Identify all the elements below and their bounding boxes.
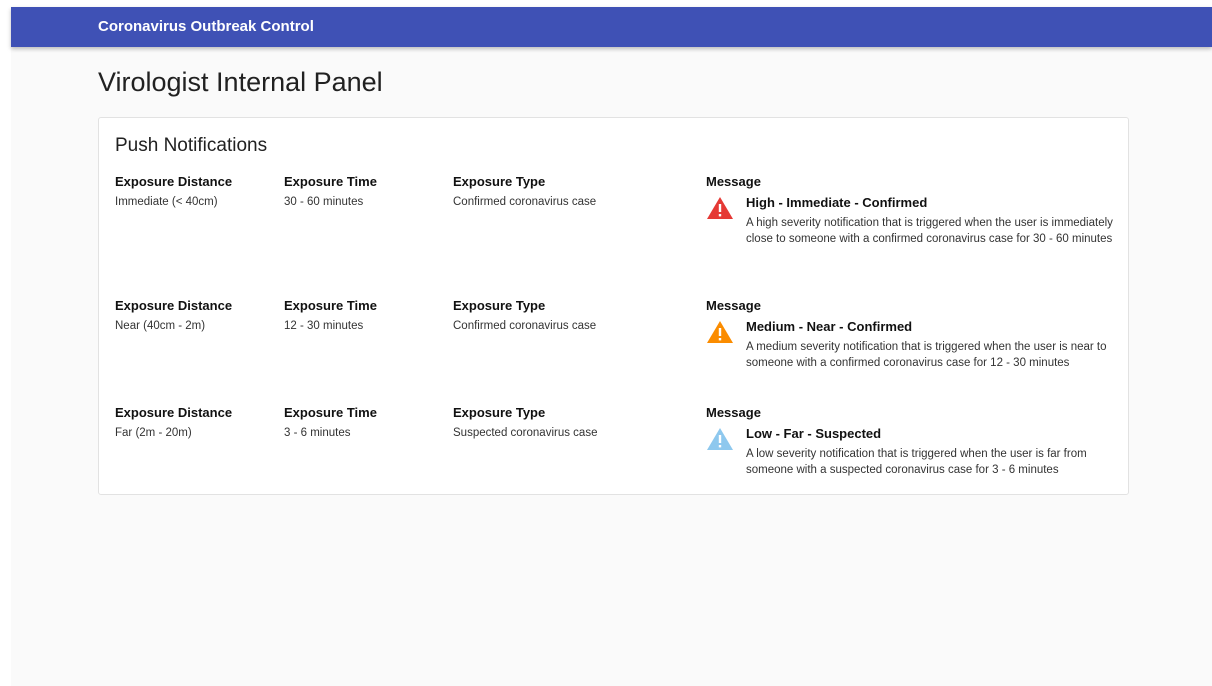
- exposure-type-label: Exposure Type: [453, 405, 546, 420]
- message-text: A low severity notification that is trig…: [746, 448, 1087, 476]
- warning-triangle-icon: [707, 197, 733, 219]
- exposure-distance-label: Exposure Distance: [115, 298, 233, 313]
- exposure-type-cell: Exposure Type Confirmed coronavirus case: [453, 174, 596, 208]
- message-text: A medium severity notification that is t…: [746, 341, 1107, 369]
- warning-triangle-icon: [707, 321, 733, 343]
- exposure-time-label: Exposure Time: [284, 405, 377, 420]
- exposure-time-value: 30 - 60 minutes: [284, 196, 364, 208]
- app-frame: Coronavirus Outbreak Control Virologist …: [11, 7, 1212, 686]
- exposure-type-value: Confirmed coronavirus case: [453, 320, 597, 332]
- message-body: High - Immediate - Confirmed A high seve…: [746, 195, 1116, 247]
- exposure-distance-cell: Exposure Distance Near (40cm - 2m): [115, 298, 232, 332]
- exposure-time-cell: Exposure Time 12 - 30 minutes: [284, 298, 377, 332]
- message-cell: Message High - Immediate - Confirmed A h…: [706, 174, 1116, 247]
- message-label: Message: [706, 405, 761, 420]
- card-title: Push Notifications: [115, 135, 268, 156]
- message-cell: Message Medium - Near - Confirmed A medi…: [706, 298, 1116, 371]
- message-title: High - Immediate - Confirmed: [746, 195, 928, 210]
- message-block: High - Immediate - Confirmed A high seve…: [706, 195, 1116, 247]
- message-label: Message: [706, 174, 761, 189]
- message-block: Low - Far - Suspected A low severity not…: [706, 426, 1116, 478]
- exposure-distance-label: Exposure Distance: [115, 405, 233, 420]
- exposure-type-label: Exposure Type: [453, 298, 546, 313]
- exposure-distance-cell: Exposure Distance Far (2m - 20m): [115, 405, 232, 439]
- exposure-type-value: Suspected coronavirus case: [453, 427, 598, 439]
- message-block: Medium - Near - Confirmed A medium sever…: [706, 319, 1116, 371]
- message-cell: Message Low - Far - Suspected A low seve…: [706, 405, 1116, 478]
- page-title: Virologist Internal Panel: [98, 67, 383, 97]
- exposure-time-label: Exposure Time: [284, 298, 377, 313]
- message-title: Low - Far - Suspected: [746, 426, 882, 441]
- exposure-distance-value: Far (2m - 20m): [115, 427, 192, 439]
- message-label: Message: [706, 298, 761, 313]
- exposure-type-label: Exposure Type: [453, 174, 546, 189]
- warning-triangle-icon: [707, 428, 733, 450]
- exposure-time-value: 12 - 30 minutes: [284, 320, 364, 332]
- exposure-time-label: Exposure Time: [284, 174, 377, 189]
- exposure-distance-value: Immediate (< 40cm): [115, 196, 218, 208]
- push-notifications-card: Push Notifications Exposure Distance Imm…: [98, 117, 1129, 495]
- message-text: A high severity notification that is tri…: [746, 217, 1113, 245]
- exposure-time-value: 3 - 6 minutes: [284, 427, 351, 439]
- exposure-type-value: Confirmed coronavirus case: [453, 196, 597, 208]
- exposure-distance-cell: Exposure Distance Immediate (< 40cm): [115, 174, 232, 208]
- app-title: Coronavirus Outbreak Control: [98, 18, 314, 35]
- exposure-distance-label: Exposure Distance: [115, 174, 233, 189]
- message-body: Medium - Near - Confirmed A medium sever…: [746, 319, 1116, 371]
- exposure-distance-value: Near (40cm - 2m): [115, 320, 206, 332]
- exposure-time-cell: Exposure Time 3 - 6 minutes: [284, 405, 377, 439]
- app-bar: Coronavirus Outbreak Control: [11, 7, 1212, 47]
- exposure-time-cell: Exposure Time 30 - 60 minutes: [284, 174, 377, 208]
- exposure-type-cell: Exposure Type Confirmed coronavirus case: [453, 298, 596, 332]
- message-body: Low - Far - Suspected A low severity not…: [746, 426, 1116, 478]
- exposure-type-cell: Exposure Type Suspected coronavirus case: [453, 405, 597, 439]
- message-title: Medium - Near - Confirmed: [746, 319, 913, 334]
